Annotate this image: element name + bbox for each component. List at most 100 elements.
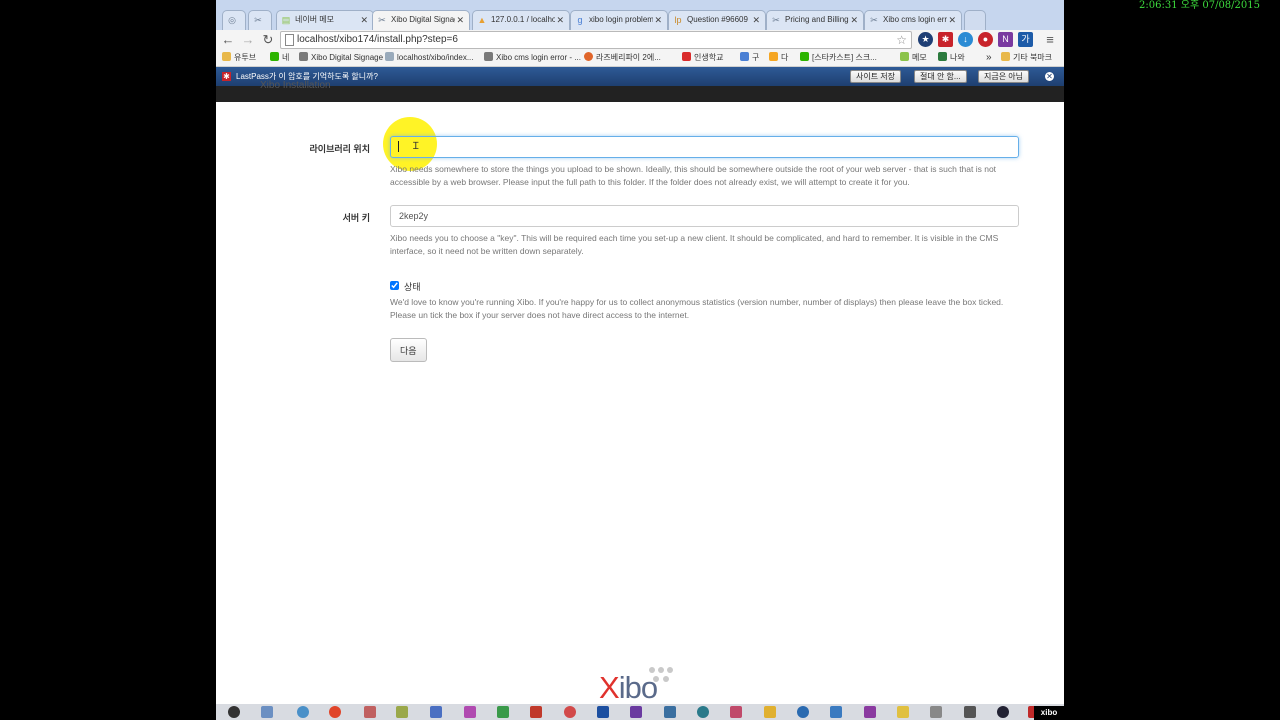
tab-phpmyadmin[interactable]: ▲127.0.0.1 / localhost✕ <box>472 10 570 30</box>
xibo-icon <box>484 52 493 61</box>
close-icon[interactable]: ✕ <box>752 11 760 29</box>
onenote-icon[interactable]: N <box>998 32 1013 47</box>
daum-icon <box>769 52 778 61</box>
bookmark-naver[interactable]: 네 <box>270 51 289 65</box>
stats-label: 상태 <box>404 282 421 292</box>
xibo-icon: ✂ <box>870 15 878 25</box>
bookmark-starcast[interactable]: [스타카스트] 스크... <box>800 51 877 65</box>
stats-help: We'd love to know you're running Xibo. I… <box>390 297 1004 320</box>
filezilla-icon[interactable] <box>530 706 542 718</box>
visualstudio-icon[interactable] <box>630 706 642 718</box>
bookmark-localhost-xibo[interactable]: localhost/xibo/index... <box>385 51 474 65</box>
folder-icon <box>1001 52 1010 61</box>
xibo-logo-text: Xibo <box>599 670 658 705</box>
bookmark-daum[interactable]: 다 <box>769 51 788 65</box>
page-icon <box>285 34 294 46</box>
xibo-icon: ✂ <box>254 15 262 25</box>
adblock-icon[interactable]: ● <box>978 32 993 47</box>
globe-icon[interactable] <box>797 706 809 718</box>
close-icon[interactable]: ✕ <box>654 11 662 29</box>
bookmark-life-school[interactable]: 인생학교 <box>682 51 723 65</box>
bookmark-nawa[interactable]: 나와 <box>938 51 965 65</box>
menu-icon[interactable]: ≡ <box>1042 32 1058 48</box>
tab-question[interactable]: lp Question #96609 ✕ <box>668 10 766 30</box>
close-icon[interactable]: ✕ <box>360 11 368 29</box>
chrome-icon[interactable] <box>329 706 341 718</box>
close-icon[interactable]: ✕ <box>850 11 858 29</box>
bookmark-xibo-cms-login-error[interactable]: Xibo cms login error - ... <box>484 51 581 65</box>
xibo-icon: ✂ <box>772 15 780 25</box>
tab-pricing-billing[interactable]: ✂ Pricing and Billing ✕ <box>766 10 864 30</box>
bookmark-google[interactable]: 구 <box>740 51 759 65</box>
new-tab-button[interactable] <box>964 10 986 30</box>
vim-icon[interactable] <box>830 706 842 718</box>
arduino-icon[interactable] <box>697 706 709 718</box>
address-bar[interactable]: localhost/xibo174/install.php?step=6 ☆ <box>280 31 912 49</box>
server-key-label: 서버 키 <box>342 213 370 223</box>
lastpass-icon[interactable]: ✱ <box>938 32 953 47</box>
translate-icon[interactable]: 가 <box>1018 32 1033 47</box>
extension-star-icon[interactable]: ★ <box>918 32 933 47</box>
folder-icon <box>222 52 231 61</box>
stats-checkbox[interactable] <box>390 281 399 290</box>
library-location-label: 라이브러리 위치 <box>309 144 370 154</box>
memo-icon <box>900 52 909 61</box>
close-icon[interactable]: ✕ <box>456 11 464 29</box>
tab-xibo-small[interactable]: ✂ <box>248 10 272 30</box>
settings-icon[interactable] <box>930 706 942 718</box>
never-button[interactable]: 절대 안 함... <box>914 70 967 83</box>
photoshop-icon[interactable] <box>597 706 609 718</box>
chrome-icon: ◎ <box>228 15 236 25</box>
excel-icon[interactable] <box>497 706 509 718</box>
sun-icon[interactable] <box>764 706 776 718</box>
bookmark-raspberry[interactable]: 라즈베리파이 2에... <box>584 51 661 65</box>
bookmarks-overflow[interactable]: » <box>986 51 992 65</box>
tab-naver-memo[interactable]: ▤ 네이버 메모 ✕ <box>276 10 374 30</box>
record-icon[interactable] <box>564 706 576 718</box>
next-button[interactable]: 다음 <box>390 338 427 362</box>
network-icon[interactable] <box>664 706 676 718</box>
tab-chrome[interactable]: ◎ <box>222 10 246 30</box>
word-icon[interactable] <box>430 706 442 718</box>
page-icon <box>385 52 394 61</box>
close-icon[interactable]: ✕ <box>556 11 564 29</box>
download-icon[interactable]: ↓ <box>958 32 973 47</box>
apple-icon[interactable] <box>228 706 240 718</box>
onenote-icon[interactable] <box>864 706 876 718</box>
notes-icon[interactable] <box>396 706 408 718</box>
bookmarks-bar: 유투브 네 Xibo Digital Signage localhost/xib… <box>216 50 1064 67</box>
bookmark-xibo-digital-signage[interactable]: Xibo Digital Signage <box>299 51 383 65</box>
safari-icon[interactable] <box>297 706 309 718</box>
bookmark-other[interactable]: 기타 북마크 <box>1001 51 1052 65</box>
bookmark-memo[interactable]: 메모 <box>900 51 927 65</box>
naver-icon <box>270 52 279 61</box>
tab-xibo-login-problem[interactable]: g xibo login problem ✕ <box>570 10 668 30</box>
bookmark-youtube[interactable]: 유투브 <box>222 51 256 65</box>
forward-icon[interactable]: → <box>240 32 256 48</box>
browser-toolbar: ← → ↻ localhost/xibo174/install.php?step… <box>216 30 1064 50</box>
finder-icon[interactable] <box>261 706 273 718</box>
server-key-help: Xibo needs you to choose a "key". This w… <box>390 233 999 256</box>
xibo-logo: Xibo <box>599 667 689 708</box>
xibo-brand-label: xibo <box>1034 706 1064 720</box>
volume-icon[interactable] <box>964 706 976 718</box>
app-icon[interactable] <box>364 706 376 718</box>
reload-icon[interactable]: ↻ <box>260 32 276 48</box>
note-icon[interactable] <box>897 706 909 718</box>
bookmark-star-icon[interactable]: ☆ <box>896 32 907 48</box>
tab-xibo-digital-signage[interactable]: ✂Xibo Digital Signage✕ <box>372 10 470 31</box>
library-location-input[interactable] <box>390 136 1019 158</box>
back-icon[interactable]: ← <box>220 32 236 48</box>
media-icon[interactable] <box>730 706 742 718</box>
tab-xibo-cms-login-error[interactable]: ✂Xibo cms login error✕ <box>864 10 962 30</box>
save-site-button[interactable]: 사이트 저장 <box>850 70 902 83</box>
close-icon[interactable]: ✕ <box>948 11 956 29</box>
naver-icon <box>800 52 809 61</box>
server-key-input[interactable] <box>390 205 1019 227</box>
close-icon[interactable]: ✕ <box>1045 72 1054 81</box>
lastpass-icon: ✱ <box>222 72 231 81</box>
disc-icon[interactable] <box>997 706 1009 718</box>
youtube-icon <box>682 52 691 61</box>
not-now-button[interactable]: 지금은 아님 <box>978 70 1030 83</box>
paint-icon[interactable] <box>464 706 476 718</box>
